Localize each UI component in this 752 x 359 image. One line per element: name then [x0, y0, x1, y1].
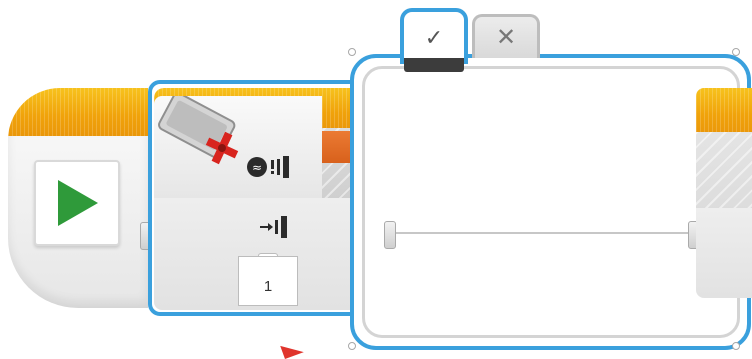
close-icon: ✕ — [495, 24, 517, 51]
play-icon — [58, 180, 98, 226]
resize-handle-bottom-left[interactable] — [348, 342, 356, 350]
case-input-connector[interactable] — [384, 221, 396, 249]
next-block-header — [696, 88, 752, 138]
resize-handle-bottom-right[interactable] — [732, 342, 740, 350]
check-icon: ✓ — [424, 25, 444, 50]
start-block-header — [8, 88, 148, 140]
tab-true-indicator — [404, 58, 464, 72]
tab-false-case[interactable]: ✕ — [472, 14, 540, 58]
resize-handle-top-right[interactable] — [732, 48, 740, 56]
start-block[interactable] — [8, 88, 148, 308]
tab-true-case[interactable]: ✓ — [400, 8, 468, 64]
start-play-button[interactable] — [34, 160, 120, 246]
pointer-cursor-icon — [280, 339, 304, 359]
sequence-wire[interactable] — [396, 232, 694, 234]
next-block-body — [696, 208, 752, 298]
resize-handle-top-left[interactable] — [348, 48, 356, 56]
switch-case-area[interactable] — [362, 66, 740, 338]
next-block[interactable] — [696, 88, 752, 310]
